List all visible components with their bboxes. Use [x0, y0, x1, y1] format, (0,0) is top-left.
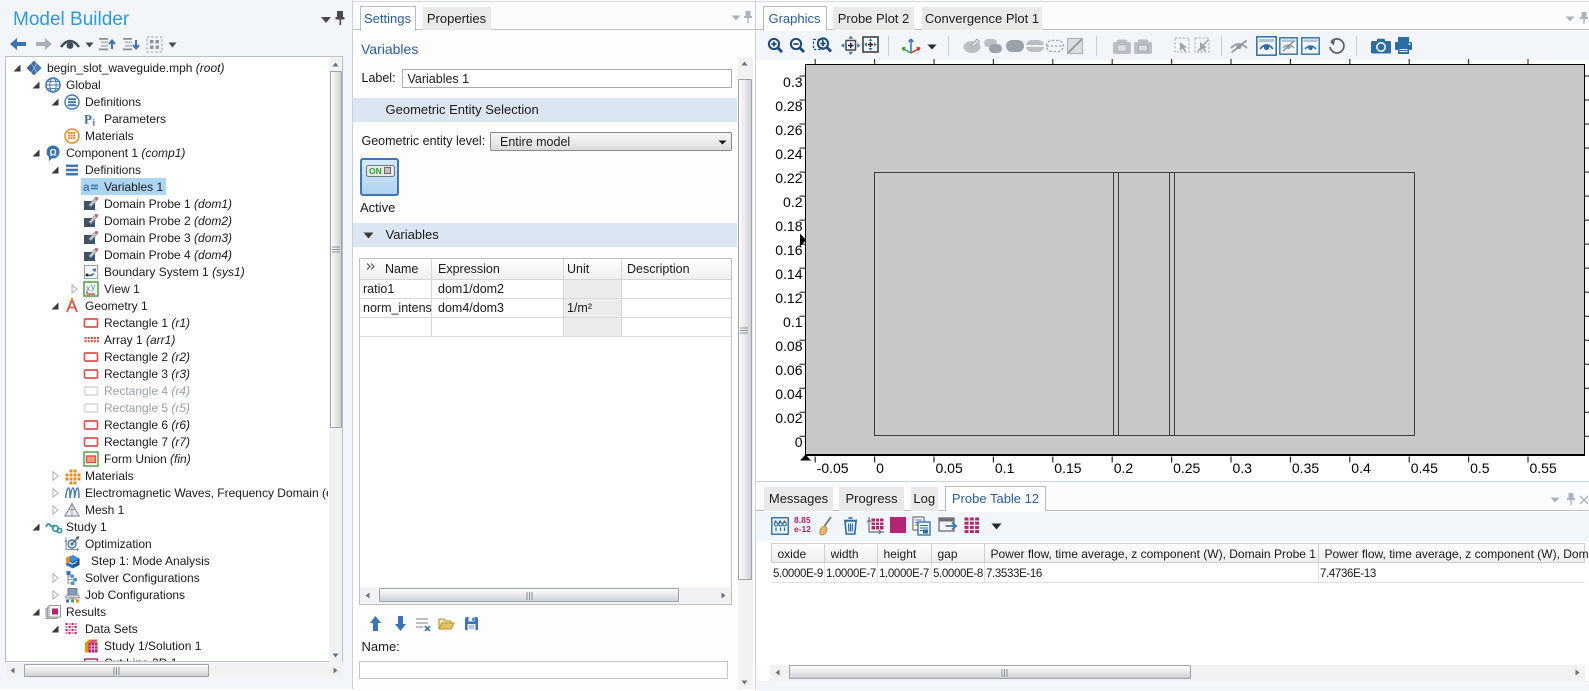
svg-text:Ω: Ω	[50, 148, 57, 158]
svg-text:a: a	[83, 180, 90, 194]
svg-text:P: P	[84, 112, 92, 127]
svg-text:i: i	[93, 118, 96, 128]
